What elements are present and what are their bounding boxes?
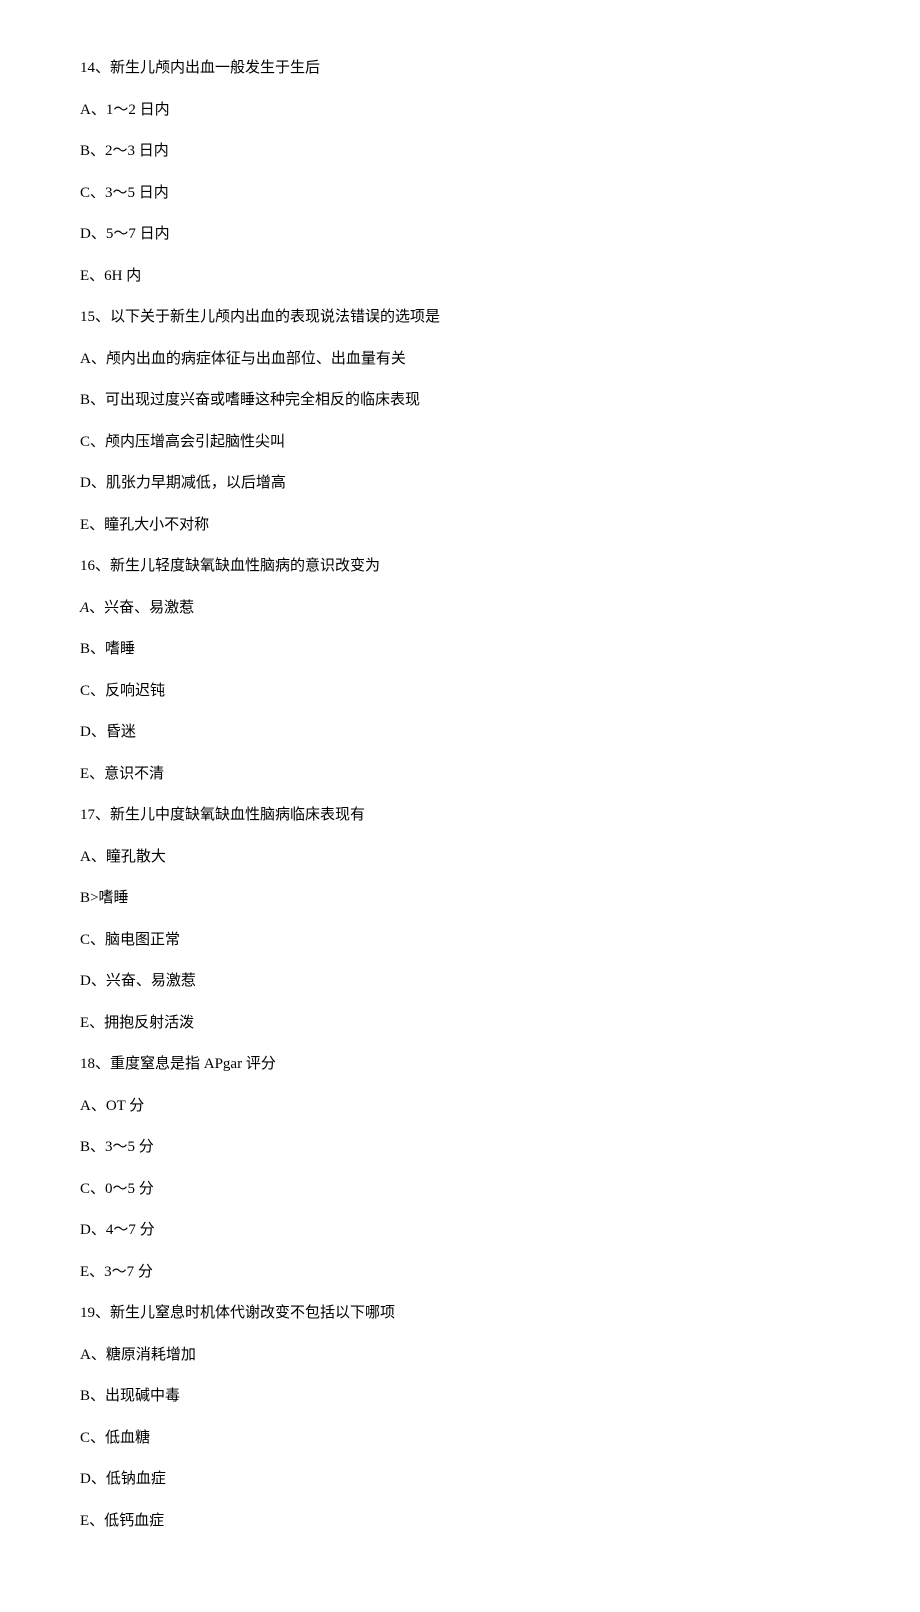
question-stem: 17、新生儿中度缺氧缺血性脑病临床表现有 xyxy=(80,805,840,826)
question-option: E、6H 内 xyxy=(80,266,840,287)
question-option: B、2～3 日内 xyxy=(80,141,840,162)
question-option: C、3～5 日内 xyxy=(80,183,840,204)
question-option: D、兴奋、易激惹 xyxy=(80,971,840,992)
question-option: C、反响迟钝 xyxy=(80,681,840,702)
question-option: B、出现碱中毒 xyxy=(80,1386,840,1407)
question-stem: 18、重度窒息是指 APgar 评分 xyxy=(80,1054,840,1075)
question-option: C、颅内压增高会引起脑性尖叫 xyxy=(80,432,840,453)
question-option: B>嗜睡 xyxy=(80,888,840,909)
question-option: E、低钙血症 xyxy=(80,1511,840,1532)
question-option: E、意识不清 xyxy=(80,764,840,785)
question-option: A、1～2 日内 xyxy=(80,100,840,121)
question-stem: 19、新生儿窒息时机体代谢改变不包括以下哪项 xyxy=(80,1303,840,1324)
question-stem: 16、新生儿轻度缺氧缺血性脑病的意识改变为 xyxy=(80,556,840,577)
question-option: E、3～7 分 xyxy=(80,1262,840,1283)
option-rest: 、兴奋、易激惹 xyxy=(89,600,194,616)
question-option: D、昏迷 xyxy=(80,722,840,743)
question-option: D、肌张力早期减低，以后增高 xyxy=(80,473,840,494)
question-option: D、5～7 日内 xyxy=(80,224,840,245)
question-option: C、0～5 分 xyxy=(80,1179,840,1200)
question-option: A、糖原消耗增加 xyxy=(80,1345,840,1366)
question-option: C、低血糖 xyxy=(80,1428,840,1449)
question-option: A、兴奋、易激惹 xyxy=(80,598,840,619)
question-option: C、脑电图正常 xyxy=(80,930,840,951)
question-option: B、嗜睡 xyxy=(80,639,840,660)
question-option: E、拥抱反射活泼 xyxy=(80,1013,840,1034)
question-option: D、4～7 分 xyxy=(80,1220,840,1241)
question-option: B、可出现过度兴奋或嗜睡这种完全相反的临床表现 xyxy=(80,390,840,411)
question-option: A、OT 分 xyxy=(80,1096,840,1117)
question-stem: 15、以下关于新生儿颅内出血的表现说法错误的选项是 xyxy=(80,307,840,328)
document-body: 14、新生儿颅内出血一般发生于生后 A、1～2 日内 B、2～3 日内 C、3～5 日… xyxy=(80,58,840,1532)
question-option: E、瞳孔大小不对称 xyxy=(80,515,840,536)
question-option: A、颅内出血的病症体征与出血部位、出血量有关 xyxy=(80,349,840,370)
question-option: B、3～5 分 xyxy=(80,1137,840,1158)
question-stem: 14、新生儿颅内出血一般发生于生后 xyxy=(80,58,840,79)
question-option: D、低钠血症 xyxy=(80,1469,840,1490)
question-option: A、瞳孔散大 xyxy=(80,847,840,868)
option-prefix: A xyxy=(80,600,89,616)
